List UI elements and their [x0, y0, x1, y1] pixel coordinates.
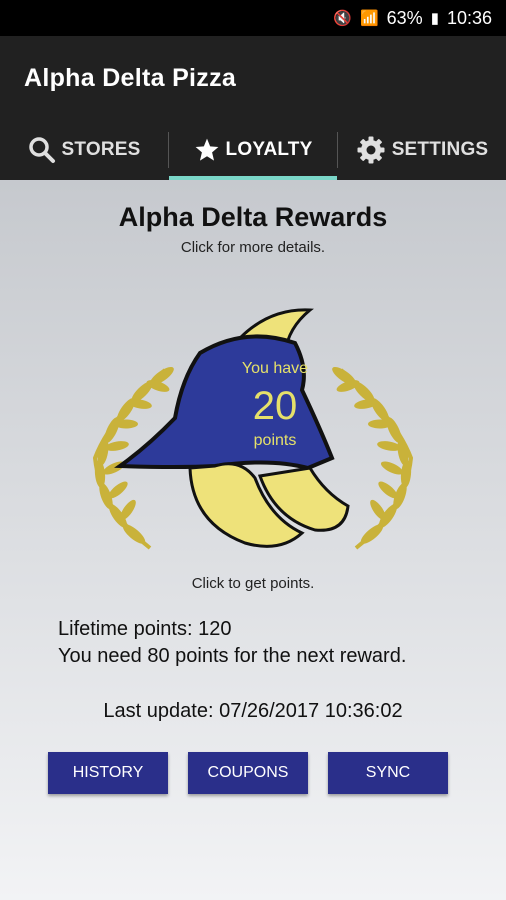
tab-stores[interactable]: STORES: [0, 120, 168, 180]
lifetime-points: Lifetime points: 120: [58, 618, 232, 640]
coupons-button[interactable]: COUPONS: [188, 752, 308, 794]
tab-settings-label: SETTINGS: [391, 139, 489, 160]
sync-button[interactable]: SYNC: [328, 752, 448, 794]
tab-loyalty[interactable]: LOYALTY: [169, 120, 337, 180]
app-title: Alpha Delta Pizza: [24, 63, 237, 92]
last-update: Last update: 07/26/2017 10:36:02: [103, 700, 403, 722]
tab-loyalty-label: LOYALTY: [225, 139, 313, 160]
history-button[interactable]: HISTORY: [48, 752, 168, 794]
status-bar: 🔇 📶 63% ▮ 10:36: [0, 0, 506, 36]
star-icon: [195, 138, 218, 161]
rewards-title[interactable]: Alpha Delta Rewards: [0, 180, 506, 233]
battery-percent: 63%: [386, 7, 423, 28]
app-bar: Alpha Delta Pizza: [0, 36, 506, 120]
points-value: 20: [252, 384, 298, 428]
badge-line-you-have: You have: [241, 360, 309, 377]
clock: 10:36: [446, 7, 492, 28]
loyalty-panel: Alpha Delta Rewards Click for more detai…: [0, 180, 506, 900]
get-points-hint[interactable]: Click to get points.: [0, 575, 506, 592]
tab-stores-label: STORES: [61, 139, 141, 160]
tab-settings[interactable]: SETTINGS: [338, 120, 506, 180]
details-hint[interactable]: Click for more details.: [0, 239, 506, 256]
next-reward-info: You need 80 points for the next reward.: [58, 645, 407, 667]
wifi-icon: 📶: [359, 10, 379, 27]
search-icon: [28, 137, 55, 163]
badge-line-points: points: [253, 432, 297, 449]
battery-icon: ▮: [430, 10, 439, 27]
gear-icon: [357, 136, 385, 164]
action-buttons: HISTORY COUPONS SYNC: [48, 752, 448, 794]
tab-bar: STORES LOYALTY SETTINGS: [0, 120, 506, 180]
points-summary: Lifetime points: 120 You need 80 points …: [58, 616, 406, 670]
mute-icon: 🔇: [333, 10, 352, 27]
points-badge[interactable]: You have 20 points: [70, 308, 436, 558]
